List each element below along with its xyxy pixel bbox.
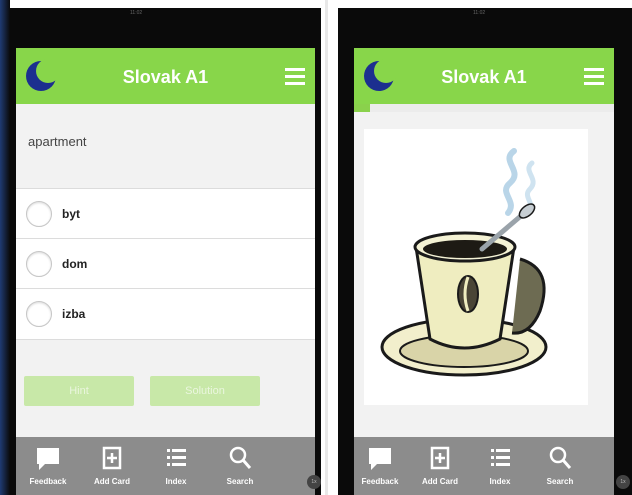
tab-add-card[interactable]: Add Card	[82, 437, 142, 495]
feedback-icon	[37, 448, 59, 470]
menu-icon[interactable]	[285, 66, 305, 86]
add-card-icon	[430, 446, 450, 470]
answer-option-1[interactable]: byt	[16, 188, 315, 240]
index-icon	[491, 449, 510, 466]
answer-option-3[interactable]: izba	[16, 288, 315, 340]
search-icon	[549, 446, 572, 469]
coffee-cup-icon	[380, 148, 548, 377]
tab-add-card[interactable]: Add Card	[410, 437, 470, 495]
question-text: apartment	[28, 134, 87, 149]
answer-label: byt	[62, 207, 80, 221]
solution-button[interactable]: Solution	[150, 376, 260, 406]
progress-track	[354, 104, 614, 112]
tab-label: Index	[489, 477, 511, 486]
progress-bar	[354, 104, 370, 112]
left-screen: Slovak A1 apartment byt dom izba Hint So…	[16, 48, 315, 495]
app-title: Slovak A1	[441, 67, 527, 87]
right-screen: Slovak A1 Feedback Add Card Index Search	[354, 48, 614, 495]
feedback-icon	[369, 448, 391, 470]
tab-feedback[interactable]: Feedback	[18, 437, 78, 495]
menu-icon[interactable]	[584, 66, 604, 86]
tab-label: Search	[546, 477, 574, 486]
hint-button[interactable]: Hint	[24, 376, 134, 406]
answer-label: izba	[62, 307, 86, 321]
radio-button[interactable]	[26, 201, 52, 227]
status-time: 11:02	[130, 10, 143, 16]
flashcard-image	[364, 129, 588, 405]
status-bar: 11:02	[10, 8, 321, 18]
right-phone-frame: 11:02 Slovak A1 Feedback Add Card Index …	[338, 8, 632, 495]
tab-feedback[interactable]: Feedback	[354, 437, 410, 495]
tab-label: Index	[165, 477, 187, 486]
app-header: Slovak A1	[16, 48, 315, 104]
index-icon	[167, 449, 186, 466]
zoom-badge: 1x	[616, 475, 630, 489]
answer-option-2[interactable]: dom	[16, 238, 315, 290]
tab-search[interactable]: Search	[210, 437, 270, 495]
tab-label: Add Card	[94, 477, 130, 486]
tab-label: Feedback	[29, 477, 67, 486]
tab-bar: Feedback Add Card Index Search	[354, 437, 614, 495]
tab-search[interactable]: Search	[530, 437, 590, 495]
app-title: Slovak A1	[122, 67, 209, 87]
zoom-badge: 1x	[307, 475, 321, 489]
left-phone-frame: 11:02 Slovak A1 apartment byt dom izba H…	[10, 8, 321, 495]
app-header: Slovak A1	[354, 48, 614, 104]
add-card-icon	[102, 446, 122, 470]
status-time: 11:02	[473, 10, 486, 16]
left-edge-shadow	[0, 0, 10, 495]
tab-label: Search	[226, 477, 254, 486]
tab-index[interactable]: Index	[146, 437, 206, 495]
tab-bar: Feedback Add Card Index Search	[16, 437, 315, 495]
search-icon	[229, 446, 252, 469]
radio-button[interactable]	[26, 251, 52, 277]
tab-index[interactable]: Index	[470, 437, 530, 495]
status-bar: 11:02	[338, 8, 632, 18]
answer-label: dom	[62, 257, 88, 271]
tab-label: Feedback	[361, 477, 399, 486]
tab-label: Add Card	[422, 477, 458, 486]
radio-button[interactable]	[26, 301, 52, 327]
screenshot-separator	[325, 0, 328, 495]
